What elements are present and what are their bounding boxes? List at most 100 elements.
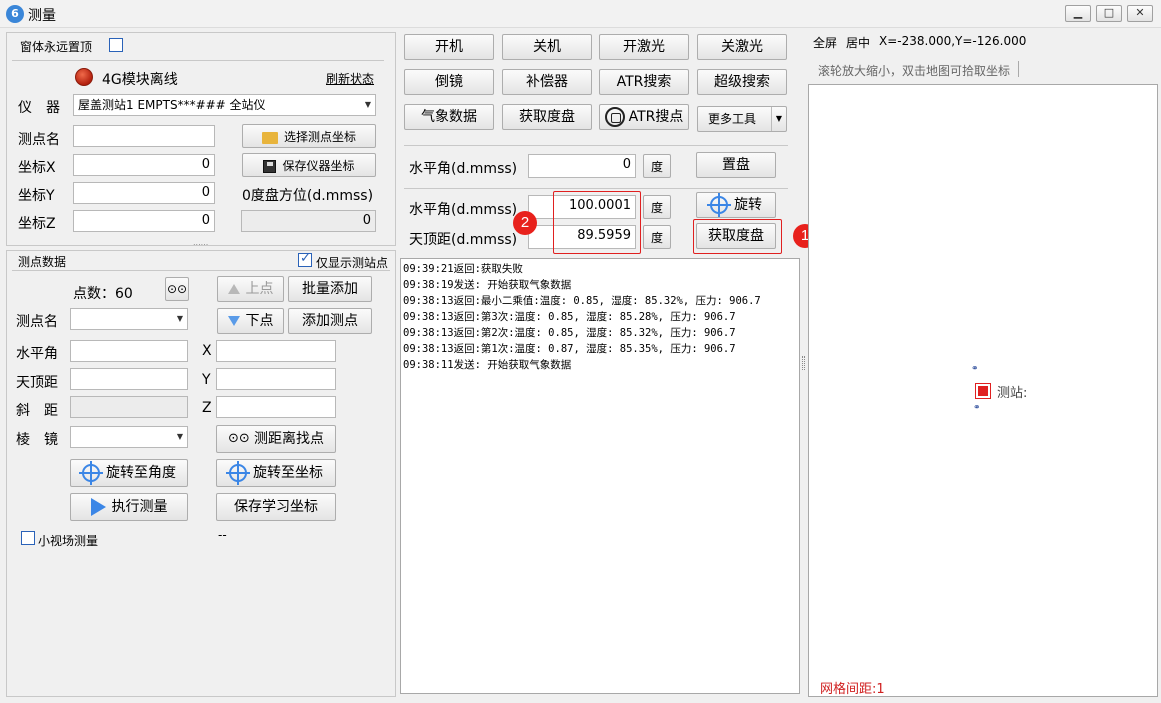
minimize-button[interactable]: ▁ — [1065, 5, 1091, 22]
atr-target-icon — [604, 107, 625, 127]
coord-y-input[interactable]: 0 — [73, 182, 215, 204]
slope-input — [70, 396, 188, 418]
coord-z-input[interactable]: 0 — [73, 210, 215, 232]
window-title: 测量 — [28, 8, 56, 24]
log-output[interactable]: 09:39:21返回:获取失败 09:38:19发送: 开始获取气象数据 09:… — [400, 258, 800, 694]
crosshair-icon — [226, 461, 250, 485]
deg-button-2[interactable]: 度 — [643, 195, 671, 219]
save-instrument-coord-button[interactable]: 保存仪器坐标 — [242, 153, 376, 177]
batch-add-button[interactable]: 批量添加 — [288, 276, 372, 302]
binoculars-icon: ⊙⊙ — [228, 431, 250, 446]
point-name-label: 测点名 — [16, 314, 58, 330]
read-h-angle-label: 水平角(d.mmss) — [409, 202, 518, 218]
zenith-label: 天顶距 — [16, 375, 58, 391]
splitter-grip[interactable]: ...... — [193, 238, 208, 247]
compensator-button[interactable]: 补偿器 — [502, 69, 592, 95]
arrow-up-icon — [227, 284, 240, 294]
next-point-button[interactable]: 下点 — [217, 308, 284, 334]
rotate-to-angle-label: 旋转至角度 — [106, 465, 176, 481]
add-point-button[interactable]: 添加测点 — [288, 308, 372, 334]
center-button[interactable]: 居中 — [846, 34, 870, 51]
find-point-button[interactable]: ⊙⊙ — [165, 277, 189, 301]
map-hint: 滚轮放大缩小，双击地图可拾取坐标 — [818, 64, 1011, 78]
log-line: 09:38:13返回:最小二乘值:温度: 0.85, 湿度: 85.32%, 压… — [403, 295, 761, 307]
rotate-to-coord-label: 旋转至坐标 — [253, 465, 323, 481]
more-tools-button[interactable]: 更多工具 ▼ — [697, 106, 787, 132]
x-input[interactable] — [216, 340, 336, 362]
deg-button-3[interactable]: 度 — [643, 225, 671, 249]
zero-azimuth-input: 0 — [241, 210, 376, 232]
face-change-button[interactable]: 倒镜 — [404, 69, 494, 95]
rotate-to-angle-button[interactable]: 旋转至角度 — [70, 459, 188, 487]
laser-on-button[interactable]: 开激光 — [599, 34, 689, 60]
power-off-button[interactable]: 关机 — [502, 34, 592, 60]
execute-measure-button[interactable]: 执行测量 — [70, 493, 188, 521]
weather-data-button[interactable]: 气象数据 — [404, 104, 494, 130]
crosshair-icon — [707, 193, 731, 217]
chevron-down-icon: ▼ — [364, 100, 371, 109]
choose-station-coord-button[interactable]: 选择测点坐标 — [242, 124, 376, 148]
laser-off-button[interactable]: 关激光 — [697, 34, 787, 60]
log-line: 09:38:13返回:第2次:温度: 0.85, 湿度: 85.32%, 压力:… — [403, 327, 736, 339]
rotate-button[interactable]: 旋转 — [696, 192, 776, 218]
choose-station-coord-label: 选择测点坐标 — [283, 130, 356, 144]
set-h-angle-input[interactable]: 0 — [528, 154, 636, 178]
refresh-status-link[interactable]: 刷新状态 — [326, 70, 374, 87]
instrument-select[interactable]: 屋盖测站1 EMPTS***### 全站仪 ▼ — [73, 94, 376, 116]
prev-point-label: 上点 — [245, 281, 274, 297]
crosshair-icon — [79, 461, 103, 485]
rotate-to-coord-button[interactable]: 旋转至坐标 — [216, 459, 336, 487]
get-dial-button[interactable]: 获取度盘 — [502, 104, 592, 130]
binoculars-icon: ⊙⊙ — [166, 282, 188, 296]
save-icon — [263, 160, 277, 173]
separator — [1018, 61, 1019, 77]
module-status-icon — [75, 68, 93, 86]
chevron-down-icon: ▼ — [770, 107, 782, 131]
station-name-input[interactable] — [73, 125, 215, 147]
small-fov-checkbox[interactable] — [21, 531, 35, 545]
play-icon — [90, 498, 106, 516]
y-input[interactable] — [216, 368, 336, 390]
chevron-down-icon: ▼ — [176, 432, 183, 441]
always-on-top-label: 窗体永远置顶 — [20, 40, 93, 54]
splitter-handle[interactable] — [802, 356, 805, 370]
h-angle-input[interactable] — [70, 340, 188, 362]
coord-x-label: 坐标X — [18, 160, 56, 176]
x-label: X — [202, 343, 212, 359]
set-dial-button[interactable]: 置盘 — [696, 152, 776, 178]
measure-find-label: 测距离找点 — [254, 431, 324, 447]
coord-x-input[interactable]: 0 — [73, 154, 215, 176]
station-marker-icon[interactable] — [975, 383, 991, 399]
point-count: 点数：60 — [73, 286, 133, 302]
measure-find-button[interactable]: ⊙⊙ 测距离找点 — [216, 425, 336, 453]
maximize-button[interactable]: □ — [1096, 5, 1122, 22]
instrument-label: 仪 器 — [18, 100, 60, 116]
always-on-top-checkbox[interactable] — [109, 38, 123, 52]
prism-select[interactable]: ▼ — [70, 426, 188, 448]
atr-point-button[interactable]: ATR搜点 — [599, 104, 689, 130]
station-label: 测站: — [997, 386, 1028, 401]
small-fov-label: 小视场测量 — [38, 534, 99, 548]
zenith-input[interactable] — [70, 368, 188, 390]
only-station-checkbox[interactable] — [298, 251, 312, 267]
coord-y-label: 坐标Y — [18, 188, 55, 204]
atr-search-button[interactable]: ATR搜索 — [599, 69, 689, 95]
h-angle-label: 水平角 — [16, 346, 58, 362]
deg-button-1[interactable]: 度 — [643, 154, 671, 178]
prism-label: 棱 镜 — [16, 432, 58, 448]
point-name-select[interactable]: ▼ — [70, 308, 188, 330]
y-label: Y — [202, 372, 211, 388]
z-label: Z — [202, 400, 212, 416]
annotation-badge-2: 2 — [513, 211, 537, 235]
power-on-button[interactable]: 开机 — [404, 34, 494, 60]
z-input[interactable] — [216, 396, 336, 418]
folder-icon — [261, 131, 278, 144]
link-icon: ⚭ — [973, 403, 981, 413]
close-button[interactable]: ✕ — [1127, 5, 1153, 22]
log-line: 09:38:19发送: 开始获取气象数据 — [403, 279, 572, 291]
prev-point-button[interactable]: 上点 — [217, 276, 284, 302]
save-learn-coord-button[interactable]: 保存学习坐标 — [216, 493, 336, 521]
super-search-button[interactable]: 超级搜索 — [697, 69, 787, 95]
fullscreen-button[interactable]: 全屏 — [813, 34, 837, 51]
point-data-title: 测点数据 — [18, 255, 67, 269]
